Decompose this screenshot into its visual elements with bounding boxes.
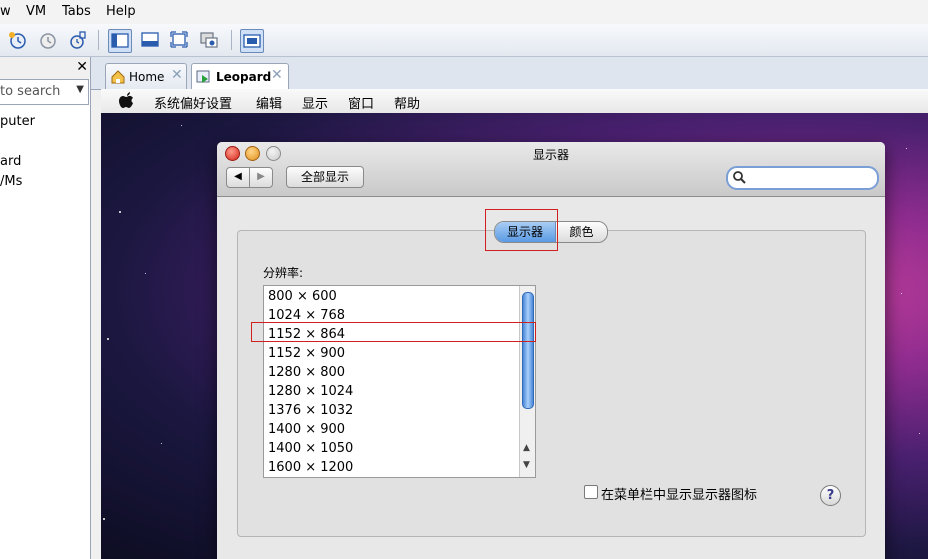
guest-menubar: 系统偏好设置 编辑 显示 窗口 帮助 — [101, 89, 928, 114]
resolution-list[interactable]: 800 × 600 1024 × 768 1152 × 864 1152 × 9… — [263, 285, 536, 478]
resolution-label: 分辨率: — [263, 266, 304, 280]
resolution-option[interactable]: 1280 × 800 — [268, 365, 345, 380]
search-dropdown-icon[interactable]: ▼ — [76, 84, 84, 95]
snapshot-icon[interactable] — [6, 29, 28, 51]
guest-menu-window[interactable]: 窗口 — [348, 93, 374, 112]
search-icon — [732, 170, 746, 187]
close-sidebar-icon[interactable]: ✕ — [76, 59, 88, 75]
forward-button[interactable]: ▶ — [249, 167, 273, 188]
show-all-button[interactable]: 全部显示 — [286, 166, 364, 188]
resolution-option[interactable]: 800 × 600 — [268, 289, 337, 304]
sidebar-search-input[interactable]: to search ▼ — [0, 79, 89, 105]
host-menubar: w VM Tabs Help — [0, 0, 928, 24]
display-tab-highlight — [485, 209, 558, 251]
quick-switch-icon[interactable] — [240, 29, 264, 53]
sidebar-item-leopard[interactable]: ard — [0, 154, 21, 169]
resolution-option[interactable]: 1376 × 1032 — [268, 403, 353, 418]
guest-menu-edit[interactable]: 编辑 — [256, 93, 282, 112]
vm-icon — [196, 69, 212, 88]
menu-tabs[interactable]: Tabs — [62, 4, 91, 19]
menu-vm[interactable]: VM — [26, 4, 46, 19]
show-in-menubar-label: 在菜单栏中显示显示器图标 — [601, 488, 758, 503]
scroll-down-icon[interactable]: ▼ — [523, 460, 530, 470]
unity-icon[interactable] — [198, 29, 220, 51]
revert-snapshot-icon[interactable] — [36, 29, 58, 51]
guest-menu-view[interactable]: 显示 — [302, 93, 328, 112]
menu-help[interactable]: Help — [106, 4, 136, 19]
preferences-search-field[interactable] — [726, 166, 879, 190]
back-button[interactable]: ◀ — [226, 167, 250, 188]
apple-icon[interactable] — [119, 92, 135, 113]
sidebar-item-shared-vms[interactable]: /Ms — [0, 174, 22, 189]
close-tab-leopard-icon[interactable]: ✕ — [271, 67, 283, 83]
show-in-menubar-checkbox[interactable] — [584, 485, 598, 499]
sidebar-header: ✕ — [0, 57, 90, 79]
scrollbar-thumb[interactable] — [522, 292, 534, 409]
resolution-option[interactable]: 1400 × 1050 — [268, 441, 353, 456]
sidebar: ✕ to search ▼ puter ard /Ms — [0, 57, 91, 559]
scroll-up-icon[interactable]: ▲ — [523, 443, 530, 453]
guest-menu-system-preferences[interactable]: 系统偏好设置 — [154, 93, 232, 112]
sidebar-item-my-computer[interactable]: puter — [0, 114, 35, 129]
toolbar-separator — [98, 30, 99, 50]
tab-color[interactable]: 颜色 — [556, 222, 607, 242]
search-placeholder: to search — [0, 84, 61, 99]
vm-tabbar: Home ✕ Leopard ✕ — [91, 57, 928, 91]
show-console-icon[interactable] — [139, 29, 161, 51]
selected-resolution-highlight — [251, 322, 536, 342]
resolution-option[interactable]: 1152 × 900 — [268, 346, 345, 361]
tab-leopard-label: Leopard — [216, 70, 272, 84]
snapshot-manager-icon[interactable] — [66, 29, 88, 51]
window-title: 显示器 — [532, 148, 569, 162]
resolution-option[interactable]: 1600 × 1200 — [268, 460, 353, 475]
menu-view[interactable]: w — [0, 4, 11, 19]
tab-home-label: Home — [129, 70, 165, 84]
window-titlebar: 显示器 ◀ ▶ 全部显示 — [217, 142, 885, 197]
guest-menu-help[interactable]: 帮助 — [394, 93, 420, 112]
help-button[interactable]: ? — [820, 485, 841, 506]
resolution-option[interactable]: 1024 × 768 — [268, 308, 345, 323]
fullscreen-icon[interactable] — [168, 29, 190, 51]
show-sidebar-icon[interactable] — [108, 29, 132, 53]
resolution-option[interactable]: 1280 × 1024 — [268, 384, 353, 399]
toolbar-separator — [231, 30, 232, 50]
home-icon — [110, 69, 126, 88]
display-preferences-window: 显示器 ◀ ▶ 全部显示 显示器 颜色 分辨率: 800 × 600 1024 … — [217, 142, 885, 559]
resolution-scrollbar[interactable]: ▲ ▼ — [519, 286, 535, 477]
close-tab-home-icon[interactable]: ✕ — [171, 67, 183, 83]
tab-leopard[interactable]: Leopard ✕ — [191, 63, 289, 91]
tab-home[interactable]: Home ✕ — [105, 63, 187, 90]
host-toolbar — [0, 24, 928, 57]
resolution-option[interactable]: 1400 × 900 — [268, 422, 345, 437]
